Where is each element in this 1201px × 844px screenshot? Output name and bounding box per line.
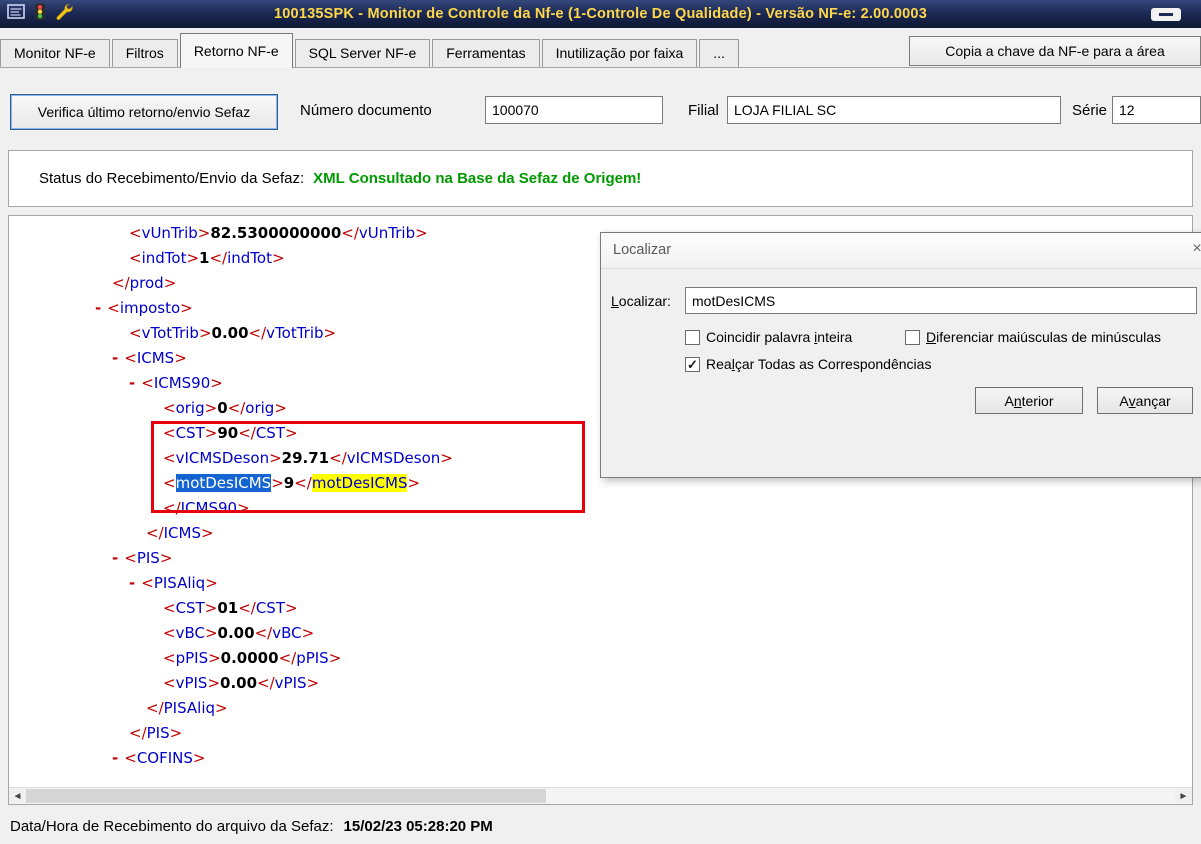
find-dialog: Localizar × Localizar: Coincidir palavra… bbox=[600, 232, 1201, 478]
collapse-toggle-icon[interactable]: - bbox=[112, 749, 124, 767]
minimize-icon bbox=[1159, 13, 1173, 16]
window-title: 100135SPK - Monitor de Controle da Nf-e … bbox=[274, 6, 927, 22]
checkbox-highlight-all-label: Realçar Todas as Correspondências bbox=[706, 356, 932, 372]
tab-sql-server-nf-e[interactable]: SQL Server NF-e bbox=[294, 39, 431, 67]
collapse-toggle-icon[interactable]: - bbox=[129, 374, 141, 392]
checkbox-highlight-all[interactable]: Realçar Todas as Correspondências bbox=[685, 356, 931, 372]
branch-input[interactable] bbox=[727, 96, 1061, 124]
title-bar-icons bbox=[0, 3, 74, 26]
document-number-input[interactable] bbox=[485, 96, 663, 124]
receive-datetime-label: Data/Hora de Recebimento do arquivo da S… bbox=[10, 818, 334, 835]
copy-nfe-key-button[interactable]: Copia a chave da NF-e para a área bbox=[909, 36, 1201, 66]
next-button[interactable]: Av ançar bbox=[1097, 387, 1193, 414]
tab-monitor-nf-e[interactable]: Monitor NF-e bbox=[0, 39, 110, 67]
verify-last-return-button[interactable]: Verifica último retorno/envio Sefaz bbox=[10, 94, 278, 130]
tab-inutiliza-o-por-faixa[interactable]: Inutilização por faixa bbox=[541, 39, 698, 67]
collapse-toggle-icon[interactable]: - bbox=[95, 299, 107, 317]
checkbox-match-case-box[interactable] bbox=[905, 329, 920, 345]
xml-line: </ICMS> bbox=[146, 524, 214, 542]
checkbox-match-case[interactable]: Diferenciar maiúsculas de minúsculas bbox=[905, 329, 1161, 345]
wrench-icon[interactable] bbox=[55, 3, 74, 25]
collapse-toggle-icon[interactable]: - bbox=[129, 574, 141, 592]
traffic-light-icon[interactable] bbox=[34, 3, 46, 26]
scroll-thumb[interactable] bbox=[26, 789, 546, 803]
branch-label: Filial bbox=[688, 102, 719, 119]
xml-line: - <PISAliq> bbox=[129, 574, 218, 592]
xml-line: <vBC>0.00</vBC> bbox=[163, 624, 315, 642]
tab-retorno-nf-e[interactable]: Retorno NF-e bbox=[179, 33, 293, 68]
status-value: XML Consultado na Base da Sefaz de Orige… bbox=[313, 170, 642, 187]
find-field-label: Localizar: bbox=[611, 293, 671, 309]
xml-line: </PIS> bbox=[129, 724, 183, 742]
xml-line: - <PIS> bbox=[112, 549, 173, 567]
horizontal-scrollbar[interactable]: ◄ ► bbox=[9, 787, 1192, 804]
application-window: 100135SPK - Monitor de Controle da Nf-e … bbox=[0, 0, 1201, 844]
series-label: Série bbox=[1072, 102, 1108, 119]
title-bar[interactable]: 100135SPK - Monitor de Controle da Nf-e … bbox=[0, 0, 1201, 28]
xml-line: </PISAliq> bbox=[146, 699, 228, 717]
receive-datetime-value: 15/02/23 05:28:20 PM bbox=[343, 818, 493, 835]
checkbox-whole-word-label: Coincidir palavra inteira bbox=[706, 329, 853, 345]
checkbox-whole-word[interactable]: Coincidir palavra inteira bbox=[685, 329, 852, 345]
collapse-toggle-icon[interactable]: - bbox=[112, 349, 124, 367]
series-input[interactable] bbox=[1112, 96, 1201, 124]
xml-line: </ICMS90> bbox=[163, 499, 250, 517]
scroll-left-button[interactable]: ◄ bbox=[9, 788, 26, 804]
checkbox-highlight-all-box[interactable] bbox=[685, 356, 700, 372]
sefaz-status-panel: Status do Recebimento/Envio da Sefaz: XM… bbox=[8, 150, 1193, 207]
checkbox-match-case-label: Diferenciar maiúsculas de minúsculas bbox=[926, 329, 1161, 345]
document-number-label: Número documento bbox=[300, 102, 432, 119]
xml-line: <CST>01</CST> bbox=[163, 599, 298, 617]
collapse-toggle-icon[interactable]: - bbox=[112, 549, 124, 567]
form-icon[interactable] bbox=[7, 4, 25, 24]
tab-ferramentas[interactable]: Ferramentas bbox=[432, 39, 540, 67]
checkbox-whole-word-box[interactable] bbox=[685, 329, 700, 345]
minimize-button[interactable] bbox=[1151, 8, 1181, 21]
find-dialog-titlebar[interactable]: Localizar × bbox=[601, 233, 1201, 269]
tab-[interactable]: ... bbox=[699, 39, 739, 67]
status-label: Status do Recebimento/Envio da Sefaz: bbox=[39, 170, 305, 187]
receive-datetime-row: Data/Hora de Recebimento do arquivo da S… bbox=[10, 818, 493, 835]
xml-line: <vPIS>0.00</vPIS> bbox=[163, 674, 320, 692]
find-dialog-title: Localizar bbox=[613, 242, 672, 258]
close-icon[interactable]: × bbox=[1186, 240, 1201, 258]
xml-line: - <COFINS> bbox=[112, 749, 206, 767]
scroll-right-button[interactable]: ► bbox=[1175, 788, 1192, 804]
xml-line: <pPIS>0.0000</pPIS> bbox=[163, 649, 342, 667]
previous-button[interactable]: An terior bbox=[975, 387, 1083, 414]
find-input[interactable] bbox=[685, 287, 1197, 314]
tab-filtros[interactable]: Filtros bbox=[111, 39, 178, 67]
